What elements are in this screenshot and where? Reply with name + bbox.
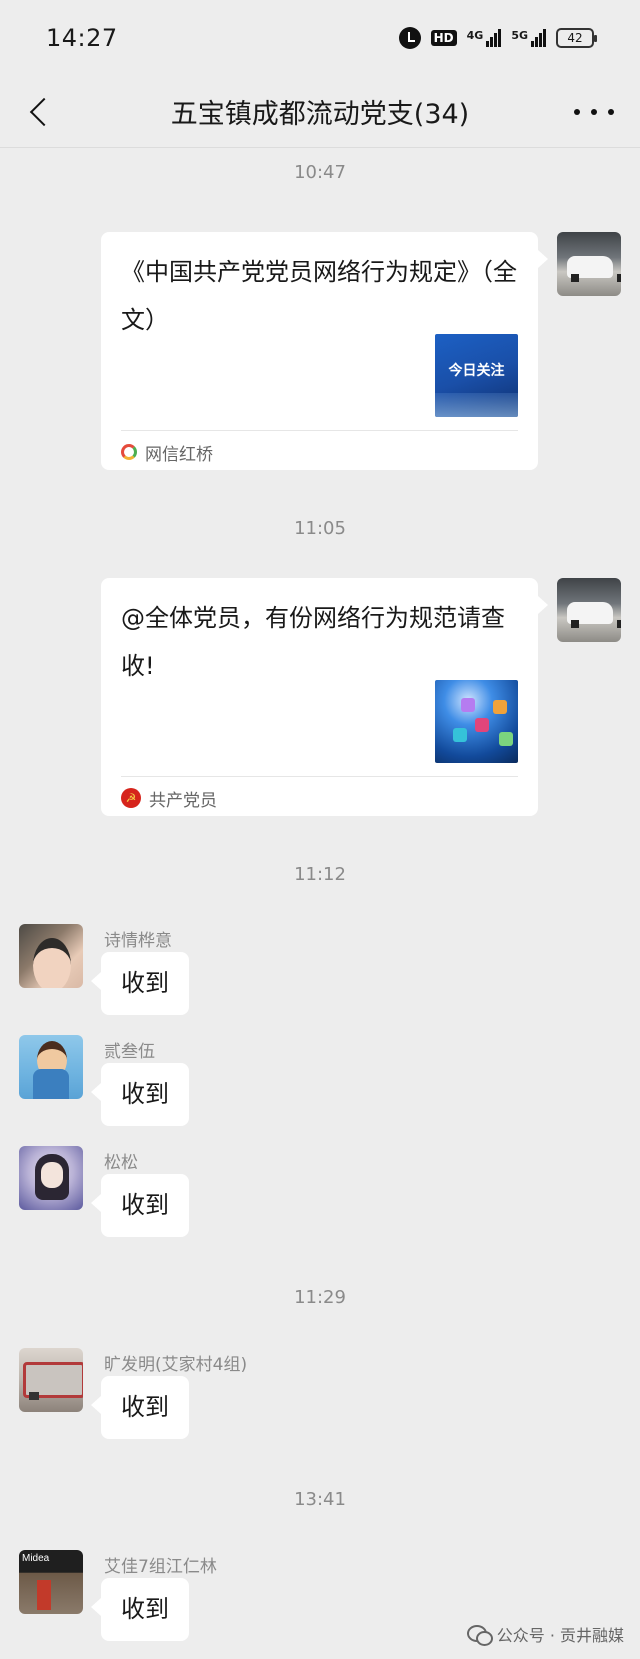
avatar[interactable]	[19, 1035, 83, 1099]
article-source-name: 共产党员	[149, 790, 217, 811]
article-thumbnail	[435, 680, 518, 763]
more-options-button[interactable]	[574, 100, 614, 124]
message-timestamp: 13:41	[294, 1489, 346, 1510]
message-bubble[interactable]: 收到	[91, 952, 189, 1015]
chat-header: 五宝镇成都流动党支(34)	[0, 76, 640, 148]
article-source: ☭ 共产党员	[121, 784, 217, 812]
message-bubble[interactable]: 收到	[91, 1174, 189, 1237]
message-timestamp: 11:29	[294, 1287, 346, 1308]
status-bar: 14:27 HD 4G 5G 42	[0, 0, 640, 76]
article-source-name: 网信红桥	[145, 444, 213, 465]
card-divider	[121, 776, 518, 777]
article-card[interactable]: @全体党员，有份网络行为规范请查收! ☭ 共产党员	[101, 578, 548, 816]
article-card-title: @全体党员，有份网络行为规范请查收!	[121, 604, 505, 680]
network-4g-label: 4G	[466, 29, 484, 42]
article-thumbnail: 今日关注	[435, 334, 518, 417]
avatar[interactable]	[557, 578, 621, 642]
wechat-icon	[466, 1625, 493, 1646]
article-card[interactable]: 《中国共产党党员网络行为规定》（全文） 今日关注 网信红桥	[101, 232, 548, 470]
back-button[interactable]	[22, 94, 58, 130]
card-divider	[121, 430, 518, 431]
battery-icon: 42	[556, 28, 597, 48]
signal-5g-icon: 5G	[511, 29, 546, 47]
message-timestamp: 11:05	[294, 518, 346, 539]
message-bubble[interactable]: 收到	[91, 1578, 189, 1641]
hd-voice-icon: HD	[430, 30, 457, 46]
watermark: 公众号 · 贡井融媒	[466, 1622, 624, 1646]
party-emblem-icon: ☭	[121, 788, 141, 808]
avatar[interactable]	[19, 1146, 83, 1210]
alarm-icon	[398, 27, 421, 49]
article-source: 网信红桥	[121, 438, 213, 466]
message-timestamp: 10:47	[294, 162, 346, 183]
sender-name: 诗情桦意	[104, 931, 172, 951]
chat-title: 五宝镇成都流动党支(34)	[170, 99, 470, 130]
message-timestamp: 11:12	[294, 864, 346, 885]
signal-4g-icon: 4G	[467, 29, 502, 47]
avatar[interactable]	[19, 1550, 83, 1614]
sender-name: 贰叁伍	[104, 1042, 155, 1062]
status-icons: HD 4G 5G 42	[398, 27, 597, 49]
avatar[interactable]	[19, 924, 83, 988]
message-bubble[interactable]: 收到	[91, 1376, 189, 1439]
sender-name: 艾佳7组江仁林	[104, 1557, 217, 1577]
source-logo-icon	[121, 444, 137, 460]
article-card-title: 《中国共产党党员网络行为规定》（全文）	[121, 258, 517, 334]
watermark-text: 公众号 · 贡井融媒	[496, 1626, 624, 1645]
thumbnail-caption: 今日关注	[448, 363, 505, 379]
message-bubble[interactable]: 收到	[91, 1063, 189, 1126]
avatar[interactable]	[557, 232, 621, 296]
network-5g-label: 5G	[511, 29, 528, 42]
avatar[interactable]	[19, 1348, 83, 1412]
sender-name: 旷发明(艾家村4组)	[104, 1355, 248, 1375]
status-time: 14:27	[46, 24, 118, 52]
sender-name: 松松	[104, 1153, 138, 1173]
